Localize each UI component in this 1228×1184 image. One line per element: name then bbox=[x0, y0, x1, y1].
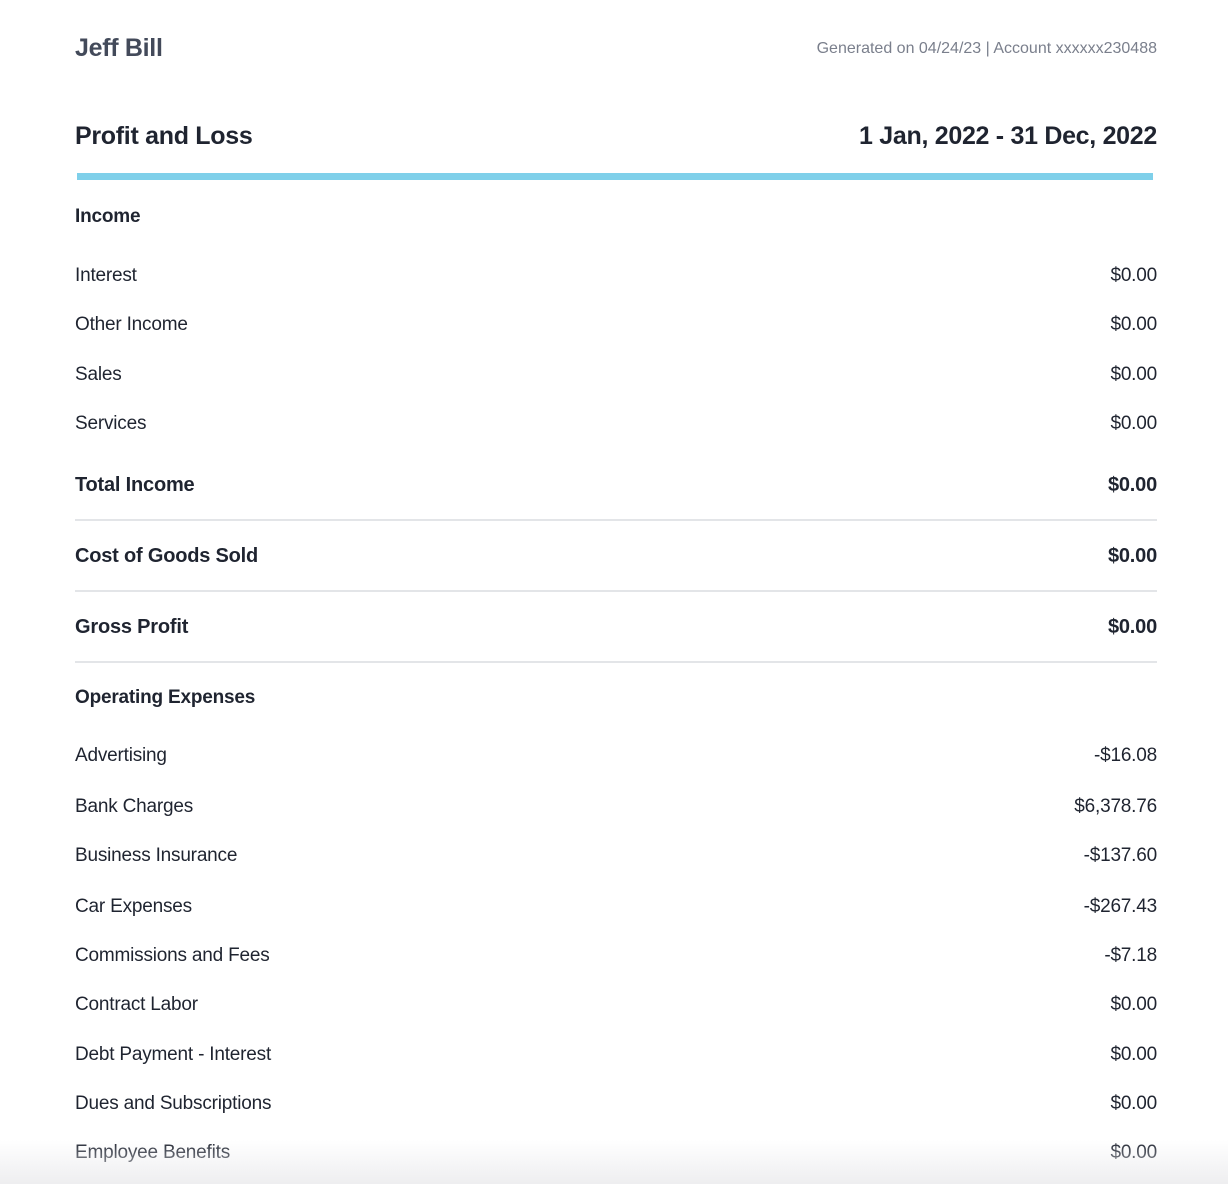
operating-expenses-heading-label: Operating Expenses bbox=[75, 687, 256, 708]
income-row-interest: Interest $0.00 bbox=[75, 265, 1157, 293]
expense-row-commissions-and-fees: Commissions and Fees -$7.18 bbox=[75, 945, 1157, 973]
gross-profit-label: Gross Profit bbox=[75, 616, 189, 638]
row-label: Bank Charges bbox=[75, 796, 194, 817]
row-value: -$16.08 bbox=[1093, 745, 1157, 766]
row-value: $0.00 bbox=[1110, 1093, 1157, 1114]
expense-row-business-insurance: Business Insurance -$137.60 bbox=[75, 845, 1157, 873]
row-value: $0.00 bbox=[1110, 1142, 1157, 1163]
row-label: Business Insurance bbox=[75, 845, 238, 866]
row-value: $0.00 bbox=[1110, 364, 1157, 385]
row-value: $0.00 bbox=[1110, 413, 1157, 434]
income-row-sales: Sales $0.00 bbox=[75, 364, 1157, 392]
report-title: Profit and Loss bbox=[75, 122, 253, 150]
cogs-row: Cost of Goods Sold $0.00 bbox=[75, 545, 1157, 573]
row-value: -$267.43 bbox=[1083, 896, 1158, 917]
row-label: Advertising bbox=[75, 745, 167, 766]
report-top-header: Jeff Bill Generated on 04/24/23 | Accoun… bbox=[75, 34, 1157, 66]
row-label: Car Expenses bbox=[75, 896, 192, 917]
income-heading-label: Income bbox=[75, 206, 141, 227]
expense-row-bank-charges: Bank Charges $6,378.76 bbox=[75, 796, 1157, 824]
gross-profit-value: $0.00 bbox=[1107, 616, 1157, 638]
cogs-value: $0.00 bbox=[1107, 545, 1157, 567]
report-period: 1 Jan, 2022 - 31 Dec, 2022 bbox=[859, 122, 1157, 150]
divider bbox=[75, 519, 1157, 521]
income-heading: Income bbox=[75, 206, 1157, 234]
expense-row-advertising: Advertising -$16.08 bbox=[75, 745, 1157, 773]
divider bbox=[75, 590, 1157, 592]
row-label: Commissions and Fees bbox=[75, 945, 270, 966]
expense-row-employee-benefits: Employee Benefits $0.00 bbox=[75, 1142, 1157, 1170]
owner-name: Jeff Bill bbox=[75, 34, 163, 62]
row-label: Sales bbox=[75, 364, 122, 385]
expense-row-car-expenses: Car Expenses -$267.43 bbox=[75, 896, 1157, 924]
generated-meta: Generated on 04/24/23 | Account xxxxxx23… bbox=[816, 40, 1157, 57]
row-label: Services bbox=[75, 413, 147, 434]
operating-expenses-heading: Operating Expenses bbox=[75, 687, 1157, 715]
income-row-services: Services $0.00 bbox=[75, 413, 1157, 441]
row-label: Employee Benefits bbox=[75, 1142, 231, 1163]
expense-row-dues-and-subscriptions: Dues and Subscriptions $0.00 bbox=[75, 1093, 1157, 1121]
row-label: Other Income bbox=[75, 314, 188, 335]
row-value: $0.00 bbox=[1110, 994, 1157, 1015]
row-label: Contract Labor bbox=[75, 994, 198, 1015]
total-income-value: $0.00 bbox=[1107, 474, 1157, 496]
expense-row-contract-labor: Contract Labor $0.00 bbox=[75, 994, 1157, 1022]
row-label: Interest bbox=[75, 265, 137, 286]
cogs-label: Cost of Goods Sold bbox=[75, 545, 259, 567]
row-value: $0.00 bbox=[1110, 314, 1157, 335]
row-value: $0.00 bbox=[1110, 1044, 1157, 1065]
income-row-other-income: Other Income $0.00 bbox=[75, 314, 1157, 342]
row-value: $6,378.76 bbox=[1074, 796, 1157, 817]
total-income-label: Total Income bbox=[75, 474, 195, 496]
row-label: Dues and Subscriptions bbox=[75, 1093, 272, 1114]
report-header: Profit and Loss 1 Jan, 2022 - 31 Dec, 20… bbox=[75, 122, 1157, 156]
accent-rule bbox=[77, 173, 1153, 180]
total-income-row: Total Income $0.00 bbox=[75, 474, 1157, 502]
row-value: $0.00 bbox=[1110, 265, 1157, 286]
divider bbox=[75, 661, 1157, 663]
gross-profit-row: Gross Profit $0.00 bbox=[75, 616, 1157, 644]
row-value: -$7.18 bbox=[1104, 945, 1157, 966]
expense-row-debt-payment-interest: Debt Payment - Interest $0.00 bbox=[75, 1044, 1157, 1072]
row-value: -$137.60 bbox=[1083, 845, 1158, 866]
row-label: Debt Payment - Interest bbox=[75, 1044, 272, 1065]
